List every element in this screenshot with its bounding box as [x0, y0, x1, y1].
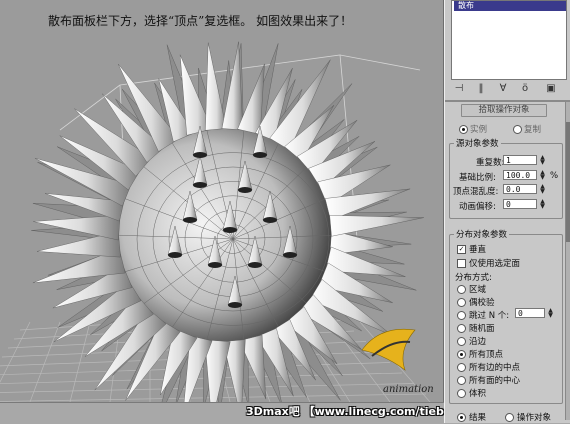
distribution-method-title: 分布方式: — [455, 273, 492, 283]
along-edges-radio[interactable] — [457, 337, 466, 346]
stack-toolbar: ⊣ ‖ ∀ ö ▣ — [451, 82, 565, 98]
random-faces-label: 随机面 — [469, 324, 495, 334]
selected-faces-checkbox[interactable] — [457, 259, 466, 268]
viewport[interactable]: animation 散布面板栏下方，选择“顶点”复选框。 如图效果出来了！ — [0, 0, 444, 402]
even-radio[interactable] — [457, 298, 466, 307]
skip-n-input[interactable]: 0 — [515, 308, 545, 318]
along-edges-label: 沿边 — [469, 337, 487, 347]
tutorial-caption: 散布面板栏下方，选择“顶点”复选框。 如图效果出来了！ — [48, 14, 353, 28]
perpendicular-label: 垂直 — [469, 245, 487, 255]
face-centers-radio[interactable] — [457, 376, 466, 385]
distribution-object-title: 分布对象参数 — [454, 228, 510, 240]
result-label: 结果 — [469, 413, 487, 423]
skip-n-radio[interactable] — [457, 311, 466, 320]
even-label: 偶校验 — [469, 298, 495, 308]
scene-render: animation — [0, 41, 434, 402]
duplicates-input[interactable]: 1 — [503, 155, 537, 165]
edge-midpoints-radio[interactable] — [457, 363, 466, 372]
volume-radio[interactable] — [457, 389, 466, 398]
vertex-chaos-label: 顶点混乱度: — [453, 187, 499, 197]
panel-scroll-thumb[interactable] — [566, 122, 570, 242]
perpendicular-checkbox[interactable]: ✓ — [457, 245, 466, 254]
operands-radio[interactable] — [505, 413, 514, 422]
modifier-stack-list[interactable]: 散布 — [451, 0, 567, 80]
face-centers-label: 所有面的中心 — [469, 376, 521, 386]
vertex-chaos-input[interactable]: 0.0 — [503, 184, 537, 194]
base-scale-unit: % — [550, 171, 559, 181]
all-vertices-label: 所有顶点 — [469, 350, 504, 360]
instance-label: 实例 — [470, 125, 488, 135]
source-object-title: 源对象参数 — [454, 137, 501, 149]
edge-midpoints-label: 所有边的中点 — [469, 363, 521, 373]
pick-operand-button[interactable]: 拾取操作对象 — [461, 104, 547, 117]
animation-logo: animation — [361, 328, 434, 395]
anim-offset-label: 动画偏移: — [459, 202, 496, 212]
base-scale-input[interactable]: 100.0 — [503, 170, 537, 180]
skip-n-spinner[interactable]: ▲ ▼ — [547, 308, 554, 319]
result-radio[interactable] — [457, 413, 466, 422]
make-unique-icon[interactable]: ∀ — [495, 82, 511, 96]
pin-icon[interactable]: ⊣ — [451, 82, 467, 96]
modifier-stack-item[interactable]: 散布 — [454, 1, 566, 11]
remove-modifier-icon[interactable]: ö — [517, 82, 533, 96]
base-scale-spinner[interactable]: ▲ ▼ — [539, 170, 546, 181]
random-faces-radio[interactable] — [457, 324, 466, 333]
show-end-result-icon[interactable]: ‖ — [473, 82, 489, 96]
panel-scrollbar[interactable] — [565, 102, 570, 420]
area-radio[interactable] — [457, 285, 466, 294]
duplicates-label: 重复数: — [476, 158, 505, 168]
area-label: 区域 — [469, 285, 487, 295]
anim-offset-input[interactable]: 0 — [503, 199, 537, 209]
instance-radio[interactable] — [459, 125, 468, 134]
skip-n-label: 跳过 N 个: — [469, 311, 510, 321]
volume-label: 体积 — [469, 389, 487, 399]
panel-divider — [445, 100, 570, 102]
all-vertices-radio[interactable] — [457, 350, 466, 359]
selected-faces-label: 仅使用选定面 — [469, 259, 521, 269]
command-panel: 散布 ⊣ ‖ ∀ ö ▣ 拾取操作对象 实例 复制 源对象参数 重复数: 1 ▲… — [444, 0, 570, 423]
operands-label: 操作对象 — [517, 413, 552, 423]
copy-label: 复制 — [524, 125, 542, 135]
copy-radio[interactable] — [513, 125, 522, 134]
vertex-chaos-spinner[interactable]: ▲ ▼ — [539, 184, 546, 195]
configure-icon[interactable]: ▣ — [543, 82, 559, 96]
svg-text:animation: animation — [383, 384, 434, 395]
duplicates-spinner[interactable]: ▲ ▼ — [539, 155, 546, 166]
base-scale-label: 基础比例: — [459, 173, 496, 183]
anim-offset-spinner[interactable]: ▲ ▼ — [539, 199, 546, 210]
